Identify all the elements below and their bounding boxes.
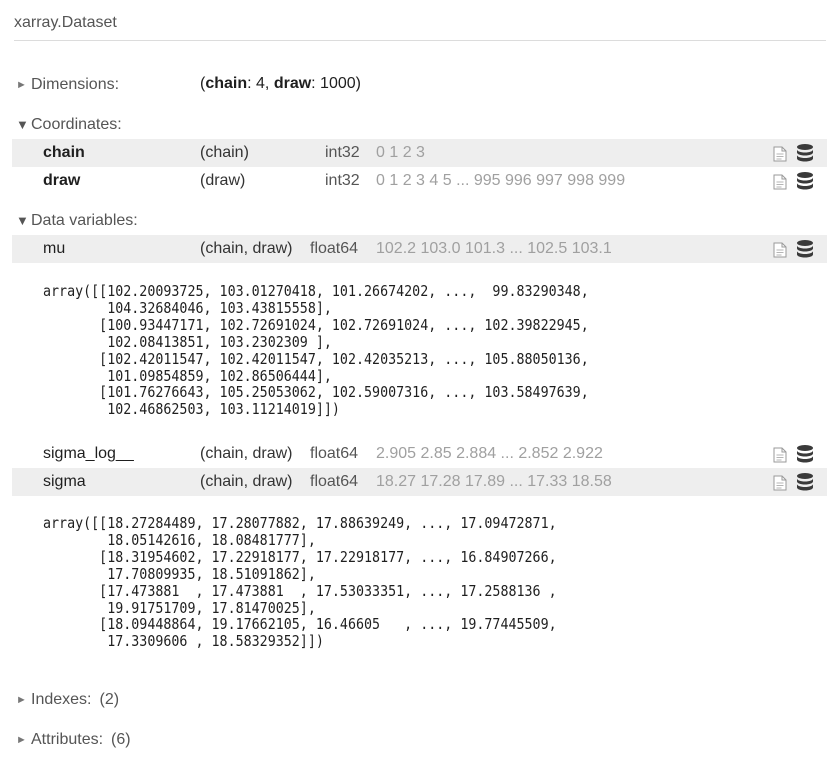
- coord-dtype: int32: [325, 144, 360, 161]
- coord-name: chain: [43, 144, 85, 161]
- dim-chain-name: chain: [205, 75, 248, 92]
- dim-draw-size: : 1000): [311, 75, 361, 92]
- dim-draw-name: draw: [273, 75, 312, 92]
- coord-dims: (chain): [200, 144, 249, 161]
- var-dims: (chain, draw): [200, 473, 293, 490]
- section-data-variables-label: Data variables:: [31, 212, 138, 229]
- var-preview: 2.905 2.85 2.884 ... 2.852 2.922: [376, 445, 603, 462]
- var-dtype: float64: [310, 473, 359, 490]
- row-icons: [773, 171, 823, 191]
- var-row-sigma: sigma (chain, draw) float64 18.27 17.28 …: [12, 468, 827, 496]
- coord-row-draw: draw (draw) int32 0 1 2 3 4 5 ... 995 99…: [12, 167, 827, 195]
- var-sigma-array-repr: array([[18.27284489, 17.28077882, 17.886…: [43, 514, 557, 651]
- attributes-doc-icon[interactable]: [773, 475, 787, 491]
- var-row-mu: mu (chain, draw) float64 102.2 103.0 101…: [12, 235, 827, 263]
- attributes-doc-icon[interactable]: [773, 146, 787, 162]
- var-name: sigma: [43, 473, 86, 490]
- expanded-arrow-icon: ▼: [16, 213, 29, 228]
- dim-chain-size: : 4,: [247, 75, 274, 92]
- dataset-header: xarray.Dataset: [14, 11, 826, 41]
- data-repr-database-icon[interactable]: [795, 143, 815, 163]
- attributes-doc-icon[interactable]: [773, 447, 787, 463]
- dimensions-summary: (chain: 4, draw: 1000): [200, 75, 361, 92]
- section-attributes-label: Attributes:: [31, 731, 104, 748]
- var-row-sigma-log: sigma_log__ (chain, draw) float64 2.905 …: [12, 440, 827, 468]
- var-name: sigma_log__: [43, 445, 134, 462]
- section-dimensions[interactable]: ► Dimensions:: [16, 75, 119, 95]
- coord-preview: 0 1 2 3: [376, 144, 425, 161]
- var-dims: (chain, draw): [200, 445, 293, 462]
- section-attributes-count: (6): [111, 731, 131, 748]
- var-dtype: float64: [310, 445, 359, 462]
- row-icons: [773, 444, 823, 464]
- coord-name: draw: [43, 172, 81, 189]
- section-indexes-count: (2): [99, 691, 120, 708]
- section-indexes-label: Indexes:: [31, 691, 92, 708]
- row-icons: [773, 472, 823, 492]
- row-icons: [773, 143, 823, 163]
- data-repr-database-icon[interactable]: [795, 472, 815, 492]
- dataset-type-title: xarray.Dataset: [14, 14, 117, 31]
- collapsed-arrow-icon: ►: [16, 734, 27, 746]
- coord-dtype: int32: [325, 172, 360, 189]
- section-indexes[interactable]: ► Indexes: (2): [16, 690, 119, 710]
- var-name: mu: [43, 240, 66, 257]
- var-mu-array-repr: array([[102.20093725, 103.01270418, 101.…: [43, 282, 589, 419]
- section-attributes[interactable]: ► Attributes: (6): [16, 730, 131, 750]
- data-repr-database-icon[interactable]: [795, 444, 815, 464]
- var-preview: 18.27 17.28 17.89 ... 17.33 18.58: [376, 473, 612, 490]
- expanded-arrow-icon: ▼: [16, 117, 29, 132]
- var-preview: 102.2 103.0 101.3 ... 102.5 103.1: [376, 240, 612, 257]
- attributes-doc-icon[interactable]: [773, 242, 787, 258]
- coord-row-chain: chain (chain) int32 0 1 2 3: [12, 139, 827, 167]
- coord-dims: (draw): [200, 172, 246, 189]
- row-icons: [773, 239, 823, 259]
- attributes-doc-icon[interactable]: [773, 174, 787, 190]
- coord-preview: 0 1 2 3 4 5 ... 995 996 997 998 999: [376, 172, 626, 189]
- section-data-variables[interactable]: ▼ Data variables:: [16, 211, 138, 231]
- var-dims: (chain, draw): [200, 240, 293, 257]
- var-dtype: float64: [310, 240, 359, 257]
- collapsed-arrow-icon: ►: [16, 694, 27, 706]
- data-repr-database-icon[interactable]: [795, 171, 815, 191]
- section-dimensions-label: Dimensions:: [31, 76, 120, 93]
- section-coordinates[interactable]: ▼ Coordinates:: [16, 115, 122, 135]
- section-coordinates-label: Coordinates:: [31, 116, 122, 133]
- collapsed-arrow-icon: ►: [16, 79, 27, 91]
- data-repr-database-icon[interactable]: [795, 239, 815, 259]
